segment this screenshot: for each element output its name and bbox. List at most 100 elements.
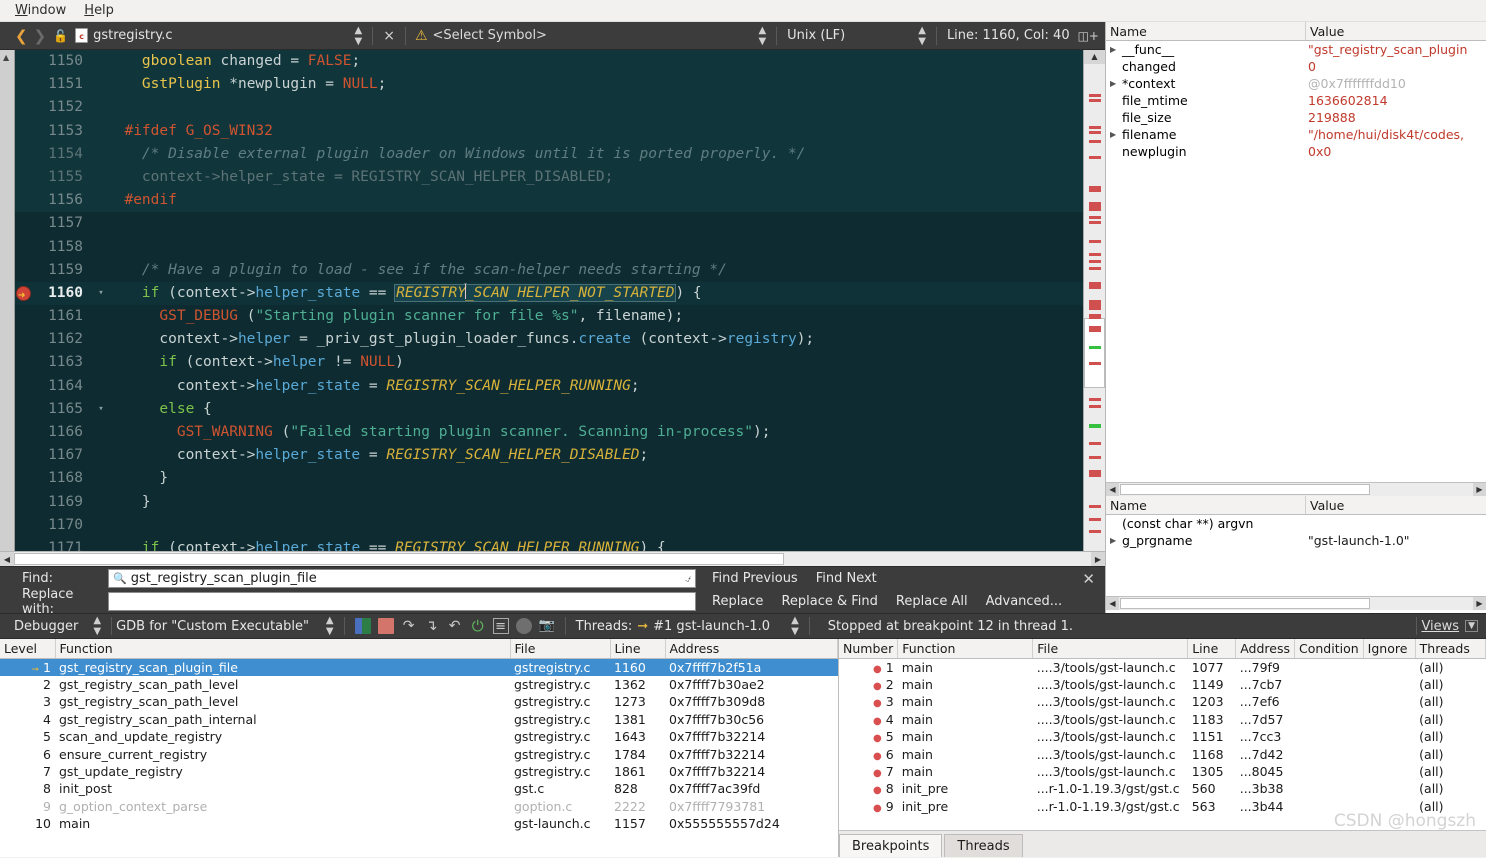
bp-col-line[interactable]: Line bbox=[1187, 639, 1237, 659]
table-row[interactable]: ● 8 init_pre ...r-1.0-1.19.3/gst/gst.c 560.… bbox=[839, 780, 1486, 797]
symbol-chevron-icon[interactable]: ▲ ▼ bbox=[751, 25, 772, 47]
fold-marker-icon[interactable] bbox=[95, 189, 107, 212]
breakpoint-gutter[interactable] bbox=[15, 189, 37, 212]
breakpoint-gutter[interactable] bbox=[15, 328, 37, 351]
fold-marker-icon[interactable] bbox=[95, 328, 107, 351]
bp-col-threads[interactable]: Threads bbox=[1415, 639, 1486, 659]
breakpoint-gutter[interactable] bbox=[15, 282, 37, 307]
breakpoint-gutter[interactable] bbox=[15, 120, 37, 143]
table-row[interactable]: 6 ensure_current_registry gstregistry.c 178… bbox=[0, 745, 838, 762]
code-line[interactable]: 1166 GST_WARNING ("Failed starting plugi… bbox=[15, 421, 1083, 444]
fold-marker-icon[interactable] bbox=[95, 50, 107, 73]
breakpoint-gutter[interactable] bbox=[15, 166, 37, 189]
expand-arrow-icon[interactable]: ▶ bbox=[1110, 45, 1122, 54]
expressions-hscroll-thumb[interactable] bbox=[1120, 598, 1370, 609]
table-row[interactable]: 2 gst_registry_scan_path_level gstregistry… bbox=[0, 676, 838, 693]
code-line[interactable]: 1155 context->helper_state = REGISTRY_SC… bbox=[15, 165, 1083, 190]
hscroll-left-arrow-icon[interactable]: ◀ bbox=[0, 552, 14, 567]
symbol-selector[interactable]: <Select Symbol> bbox=[433, 28, 547, 43]
clear-field-icon[interactable]: ⍻ bbox=[685, 572, 691, 586]
fold-marker-icon[interactable] bbox=[95, 375, 107, 398]
magnifier-icon[interactable]: 🔍 bbox=[113, 572, 127, 585]
snapshot-icon[interactable]: 📷 bbox=[539, 618, 555, 634]
code-line[interactable]: 1154 /* Disable external plugin loader o… bbox=[15, 142, 1083, 166]
code-line[interactable]: 1159 /* Have a plugin to load - see if t… bbox=[15, 259, 1083, 282]
code-line[interactable]: 1163 if (context->helper != NULL) bbox=[15, 351, 1083, 374]
expand-arrow-icon[interactable]: ▶ bbox=[1110, 536, 1122, 545]
breakpoint-dot-icon[interactable]: ● bbox=[873, 716, 882, 727]
expressions-hscrollbar[interactable]: ◀ ▶ bbox=[1106, 596, 1486, 610]
editor-filename[interactable]: gstregistry.c bbox=[93, 28, 182, 43]
breakpoint-dot-icon[interactable]: ● bbox=[873, 785, 882, 796]
bp-col-ignore[interactable]: Ignore bbox=[1363, 639, 1416, 659]
fold-marker-icon[interactable] bbox=[95, 514, 107, 537]
code-line[interactable]: 1162 context->helper = _priv_gst_plugin_… bbox=[15, 328, 1083, 351]
hscrollbar-thumb[interactable] bbox=[14, 553, 784, 565]
close-file-icon[interactable]: × bbox=[377, 28, 401, 44]
replace-button[interactable]: Replace bbox=[712, 594, 763, 609]
cursor-position-label[interactable]: Line: 1160, Col: 40 bbox=[941, 28, 1076, 43]
breakpoint-gutter[interactable] bbox=[15, 491, 37, 514]
fold-marker-icon[interactable] bbox=[95, 421, 107, 444]
menu-item-window[interactable]: Window bbox=[6, 1, 75, 20]
code-text-area[interactable]: 1150 gboolean changed = FALSE; 1151 GstPl… bbox=[15, 50, 1083, 566]
fold-marker-icon[interactable] bbox=[95, 166, 107, 189]
variable-row[interactable]: ▶ __func__ "gst_registry_scan_plugin bbox=[1106, 41, 1486, 58]
instruction-view-icon[interactable]: ≡ bbox=[492, 618, 509, 634]
code-line[interactable]: 1158 bbox=[15, 236, 1083, 259]
variable-row[interactable]: file_mtime 1636602814 bbox=[1106, 92, 1486, 109]
code-line[interactable]: 1157 bbox=[15, 212, 1083, 235]
fold-marker-icon[interactable] bbox=[95, 491, 107, 514]
bp-col-address[interactable]: Address bbox=[1235, 639, 1295, 659]
breakpoint-gutter[interactable] bbox=[15, 305, 37, 328]
table-row[interactable]: 4 gst_registry_scan_path_internal gstregis… bbox=[0, 711, 838, 728]
step-into-icon[interactable]: ↴ bbox=[424, 618, 440, 634]
variable-row[interactable]: ▶ filename "/home/hui/disk4t/codes, bbox=[1106, 126, 1486, 143]
editor-vertical-scrollbar[interactable]: ▲ ▼ bbox=[1083, 50, 1105, 566]
bp-col-function[interactable]: Function bbox=[897, 639, 1034, 659]
breakpoint-gutter[interactable] bbox=[15, 212, 37, 235]
breakpoint-dot-icon[interactable]: ● bbox=[873, 733, 882, 744]
breakpoint-gutter[interactable] bbox=[15, 236, 37, 259]
fold-marker-icon[interactable]: ▾ bbox=[95, 398, 107, 421]
step-over-icon[interactable]: ↷ bbox=[401, 618, 417, 634]
table-row[interactable]: ● 4 main ....3/tools/gst-launch.c 1183 ...7d… bbox=[839, 711, 1486, 728]
code-line[interactable]: 1151 GstPlugin *newplugin = NULL; bbox=[15, 73, 1083, 97]
views-chevron-down-icon[interactable]: ▼ bbox=[1465, 620, 1478, 632]
breakpoint-gutter[interactable] bbox=[15, 421, 37, 444]
find-input[interactable]: 🔍 gst_registry_scan_plugin_file ⍻ bbox=[108, 569, 696, 588]
stack-col-level[interactable]: Level bbox=[0, 639, 56, 659]
code-line[interactable]: 1169 } bbox=[15, 491, 1083, 514]
expressions-hscroll-right-icon[interactable]: ▶ bbox=[1473, 597, 1486, 610]
variable-row[interactable]: ▶ *context @0x7fffffffdd10 bbox=[1106, 75, 1486, 92]
fold-marker-icon[interactable] bbox=[95, 143, 107, 166]
breakpoint-dot-icon[interactable]: ● bbox=[873, 698, 882, 709]
split-editor-icon[interactable]: ◫+ bbox=[1076, 29, 1105, 43]
breakpoint-gutter[interactable] bbox=[15, 259, 37, 282]
advanced-button[interactable]: Advanced... bbox=[986, 594, 1063, 609]
thread-chevron-icon[interactable]: ▲ ▼ bbox=[784, 615, 805, 637]
code-line[interactable]: 1168 } bbox=[15, 467, 1083, 490]
breakpoint-dot-icon[interactable]: ● bbox=[873, 751, 882, 762]
fold-marker-icon[interactable] bbox=[95, 96, 107, 119]
code-line[interactable]: 1153 #ifdef G_OS_WIN32 bbox=[15, 119, 1083, 143]
views-button[interactable]: Views bbox=[1421, 619, 1465, 634]
locals-hscroll-right-icon[interactable]: ▶ bbox=[1473, 483, 1486, 496]
interrupt-icon[interactable] bbox=[515, 618, 532, 634]
breakpoint-dot-icon[interactable]: ● bbox=[873, 803, 882, 814]
code-line[interactable]: 1167 context->helper_state = REGISTRY_SC… bbox=[15, 444, 1083, 467]
stack-col-function[interactable]: Function bbox=[55, 639, 511, 659]
unlock-icon[interactable]: 🔓 bbox=[49, 29, 72, 43]
tab-threads[interactable]: Threads bbox=[944, 834, 1023, 857]
table-row[interactable]: ● 2 main ....3/tools/gst-launch.c 1149 ...7c… bbox=[839, 676, 1486, 693]
current-thread-selector[interactable]: #1 gst-launch-1.0 bbox=[653, 619, 770, 634]
table-row[interactable]: ● 3 main ....3/tools/gst-launch.c 1203 ...7e… bbox=[839, 693, 1486, 710]
bp-col-condition[interactable]: Condition bbox=[1294, 639, 1364, 659]
fold-marker-icon[interactable] bbox=[95, 305, 107, 328]
code-line[interactable]: 1164 context->helper_state = REGISTRY_SC… bbox=[15, 375, 1083, 398]
variable-row[interactable]: ▶ g_prgname "gst-launch-1.0" bbox=[1106, 532, 1486, 549]
find-next-button[interactable]: Find Next bbox=[816, 571, 877, 586]
stack-col-file[interactable]: File bbox=[510, 639, 611, 659]
table-row[interactable]: ● 7 main ....3/tools/gst-launch.c 1305 ...80… bbox=[839, 763, 1486, 780]
locals-hscrollbar[interactable]: ◀ ▶ bbox=[1106, 482, 1486, 496]
